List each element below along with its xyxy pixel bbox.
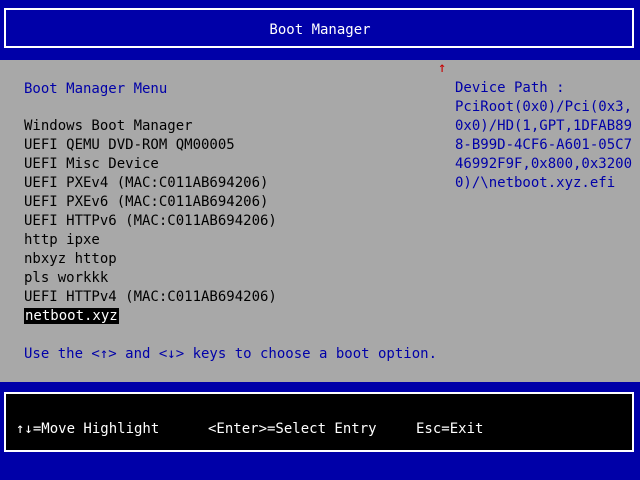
menu-title: Boot Manager Menu	[24, 81, 168, 97]
boot-option-pls-workkk[interactable]: pls workkk	[24, 269, 277, 288]
navigation-hint: Use the <↑> and <↓> keys to choose a boo…	[24, 346, 438, 362]
scroll-up-indicator-icon: ↑	[438, 60, 447, 76]
boot-option-uefi-pxev4[interactable]: UEFI PXEv4 (MAC:C011AB694206)	[24, 174, 277, 193]
boot-option-uefi-pxev6[interactable]: UEFI PXEv6 (MAC:C011AB694206)	[24, 193, 277, 212]
boot-option-http-ipxe[interactable]: http ipxe	[24, 231, 277, 250]
boot-option-list: Windows Boot Manager UEFI QEMU DVD-ROM Q…	[24, 117, 277, 326]
exit-hint: Esc=Exit	[416, 421, 484, 437]
boot-option-nbxyz-httop[interactable]: nbxyz httop	[24, 250, 277, 269]
boot-option-uefi-httpv6[interactable]: UEFI HTTPv6 (MAC:C011AB694206)	[24, 212, 277, 231]
device-path-label: Device Path :	[455, 80, 565, 96]
boot-option-uefi-httpv4[interactable]: UEFI HTTPv4 (MAC:C011AB694206)	[24, 288, 277, 307]
boot-option-netboot-xyz[interactable]: netboot.xyz	[24, 307, 277, 326]
boot-menu-panel: ↑ Boot Manager Menu Windows Boot Manager…	[0, 60, 640, 382]
header-bar: Boot Manager	[0, 0, 640, 60]
page-title: Boot Manager	[269, 22, 371, 38]
boot-option-uefi-misc-device[interactable]: UEFI Misc Device	[24, 155, 277, 174]
footer-bar: ↑↓=Move Highlight <Enter>=Select Entry E…	[0, 382, 640, 480]
boot-option-uefi-qemu-dvd-rom[interactable]: UEFI QEMU DVD-ROM QM00005	[24, 136, 277, 155]
select-entry-hint: <Enter>=Select Entry	[208, 421, 377, 437]
device-path-panel: Device Path : PciRoot(0x0)/Pci(0x3,0x0)/…	[455, 79, 635, 193]
move-highlight-hint: ↑↓=Move Highlight	[16, 421, 160, 437]
boot-option-windows-boot-manager[interactable]: Windows Boot Manager	[24, 117, 277, 136]
device-path-value: PciRoot(0x0)/Pci(0x3,0x0)/HD(1,GPT,1DFAB…	[455, 99, 633, 191]
